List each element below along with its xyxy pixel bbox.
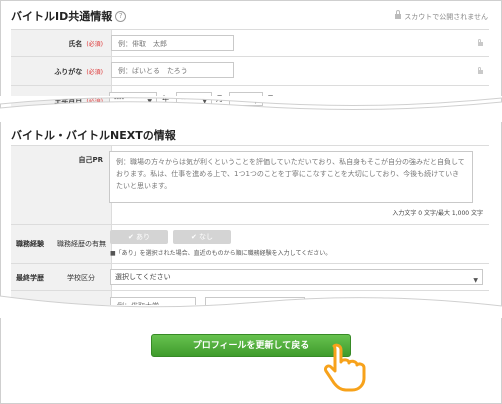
required-badge: (必須) — [86, 41, 103, 48]
section-title-baitoru-next: バイトル・バイトルNEXTの情報 — [11, 129, 176, 142]
furigana-row: ふりがな (必須) 例：ばいとる たろう — [11, 57, 489, 86]
career-label: 職務経験 — [16, 240, 44, 248]
name-row: 氏名 (必須) 例：俳取 太郎 — [11, 30, 489, 57]
name-label: 氏名 — [68, 40, 83, 48]
education-row: 最終学歴 学校区分 選択してください ▼ — [11, 264, 489, 291]
next-info-table: 自己PR 例：職場の方々からは気が利くということを評価していただいており、私自身… — [11, 145, 489, 305]
career-yes-button[interactable]: ✔ あり — [110, 230, 168, 244]
section-title-baitoru-id: バイトルID共通情報? — [11, 8, 127, 24]
career-no-button[interactable]: ✔ なし — [173, 230, 231, 244]
furigana-label: ふりがな — [54, 68, 83, 76]
lock-icon — [395, 10, 402, 19]
torn-edge — [0, 96, 502, 122]
career-note: ■「あり」を選択された場合、直近のものから順に職務経験を入力してください。 — [110, 250, 332, 257]
lock-icon — [478, 39, 483, 46]
school-type-select[interactable]: 選択してください ▼ — [110, 269, 483, 285]
career-row: 職務経験 職務経歴の有無 ✔ あり ✔ なし ■「あり」を選択された場合、直近の… — [11, 225, 489, 264]
lock-icon — [478, 67, 483, 74]
char-counter: 入力文字 0 文字/最大 1,000 文字 — [392, 210, 483, 217]
pr-textarea[interactable]: 例：職場の方々からは気が利くということを評価していただいており、私自身もそこが自… — [109, 151, 473, 203]
scout-private-note: スカウトで公開されません — [395, 10, 488, 22]
career-sub-label: 職務経歴の有無 — [57, 240, 106, 248]
pr-row: 自己PR 例：職場の方々からは気が利くということを評価していただいており、私自身… — [11, 146, 489, 225]
school-type-label: 学校区分 — [67, 274, 95, 282]
pointing-hand-icon — [324, 343, 366, 392]
furigana-input[interactable]: 例：ばいとる たろう — [111, 62, 234, 78]
chevron-down-icon: ▼ — [473, 277, 478, 284]
required-badge: (必須) — [86, 69, 103, 76]
pr-label: 自己PR — [78, 156, 103, 164]
torn-edge — [0, 295, 502, 318]
education-label: 最終学歴 — [16, 274, 44, 282]
help-icon[interactable]: ? — [115, 11, 127, 22]
name-input[interactable]: 例：俳取 太郎 — [111, 35, 234, 51]
